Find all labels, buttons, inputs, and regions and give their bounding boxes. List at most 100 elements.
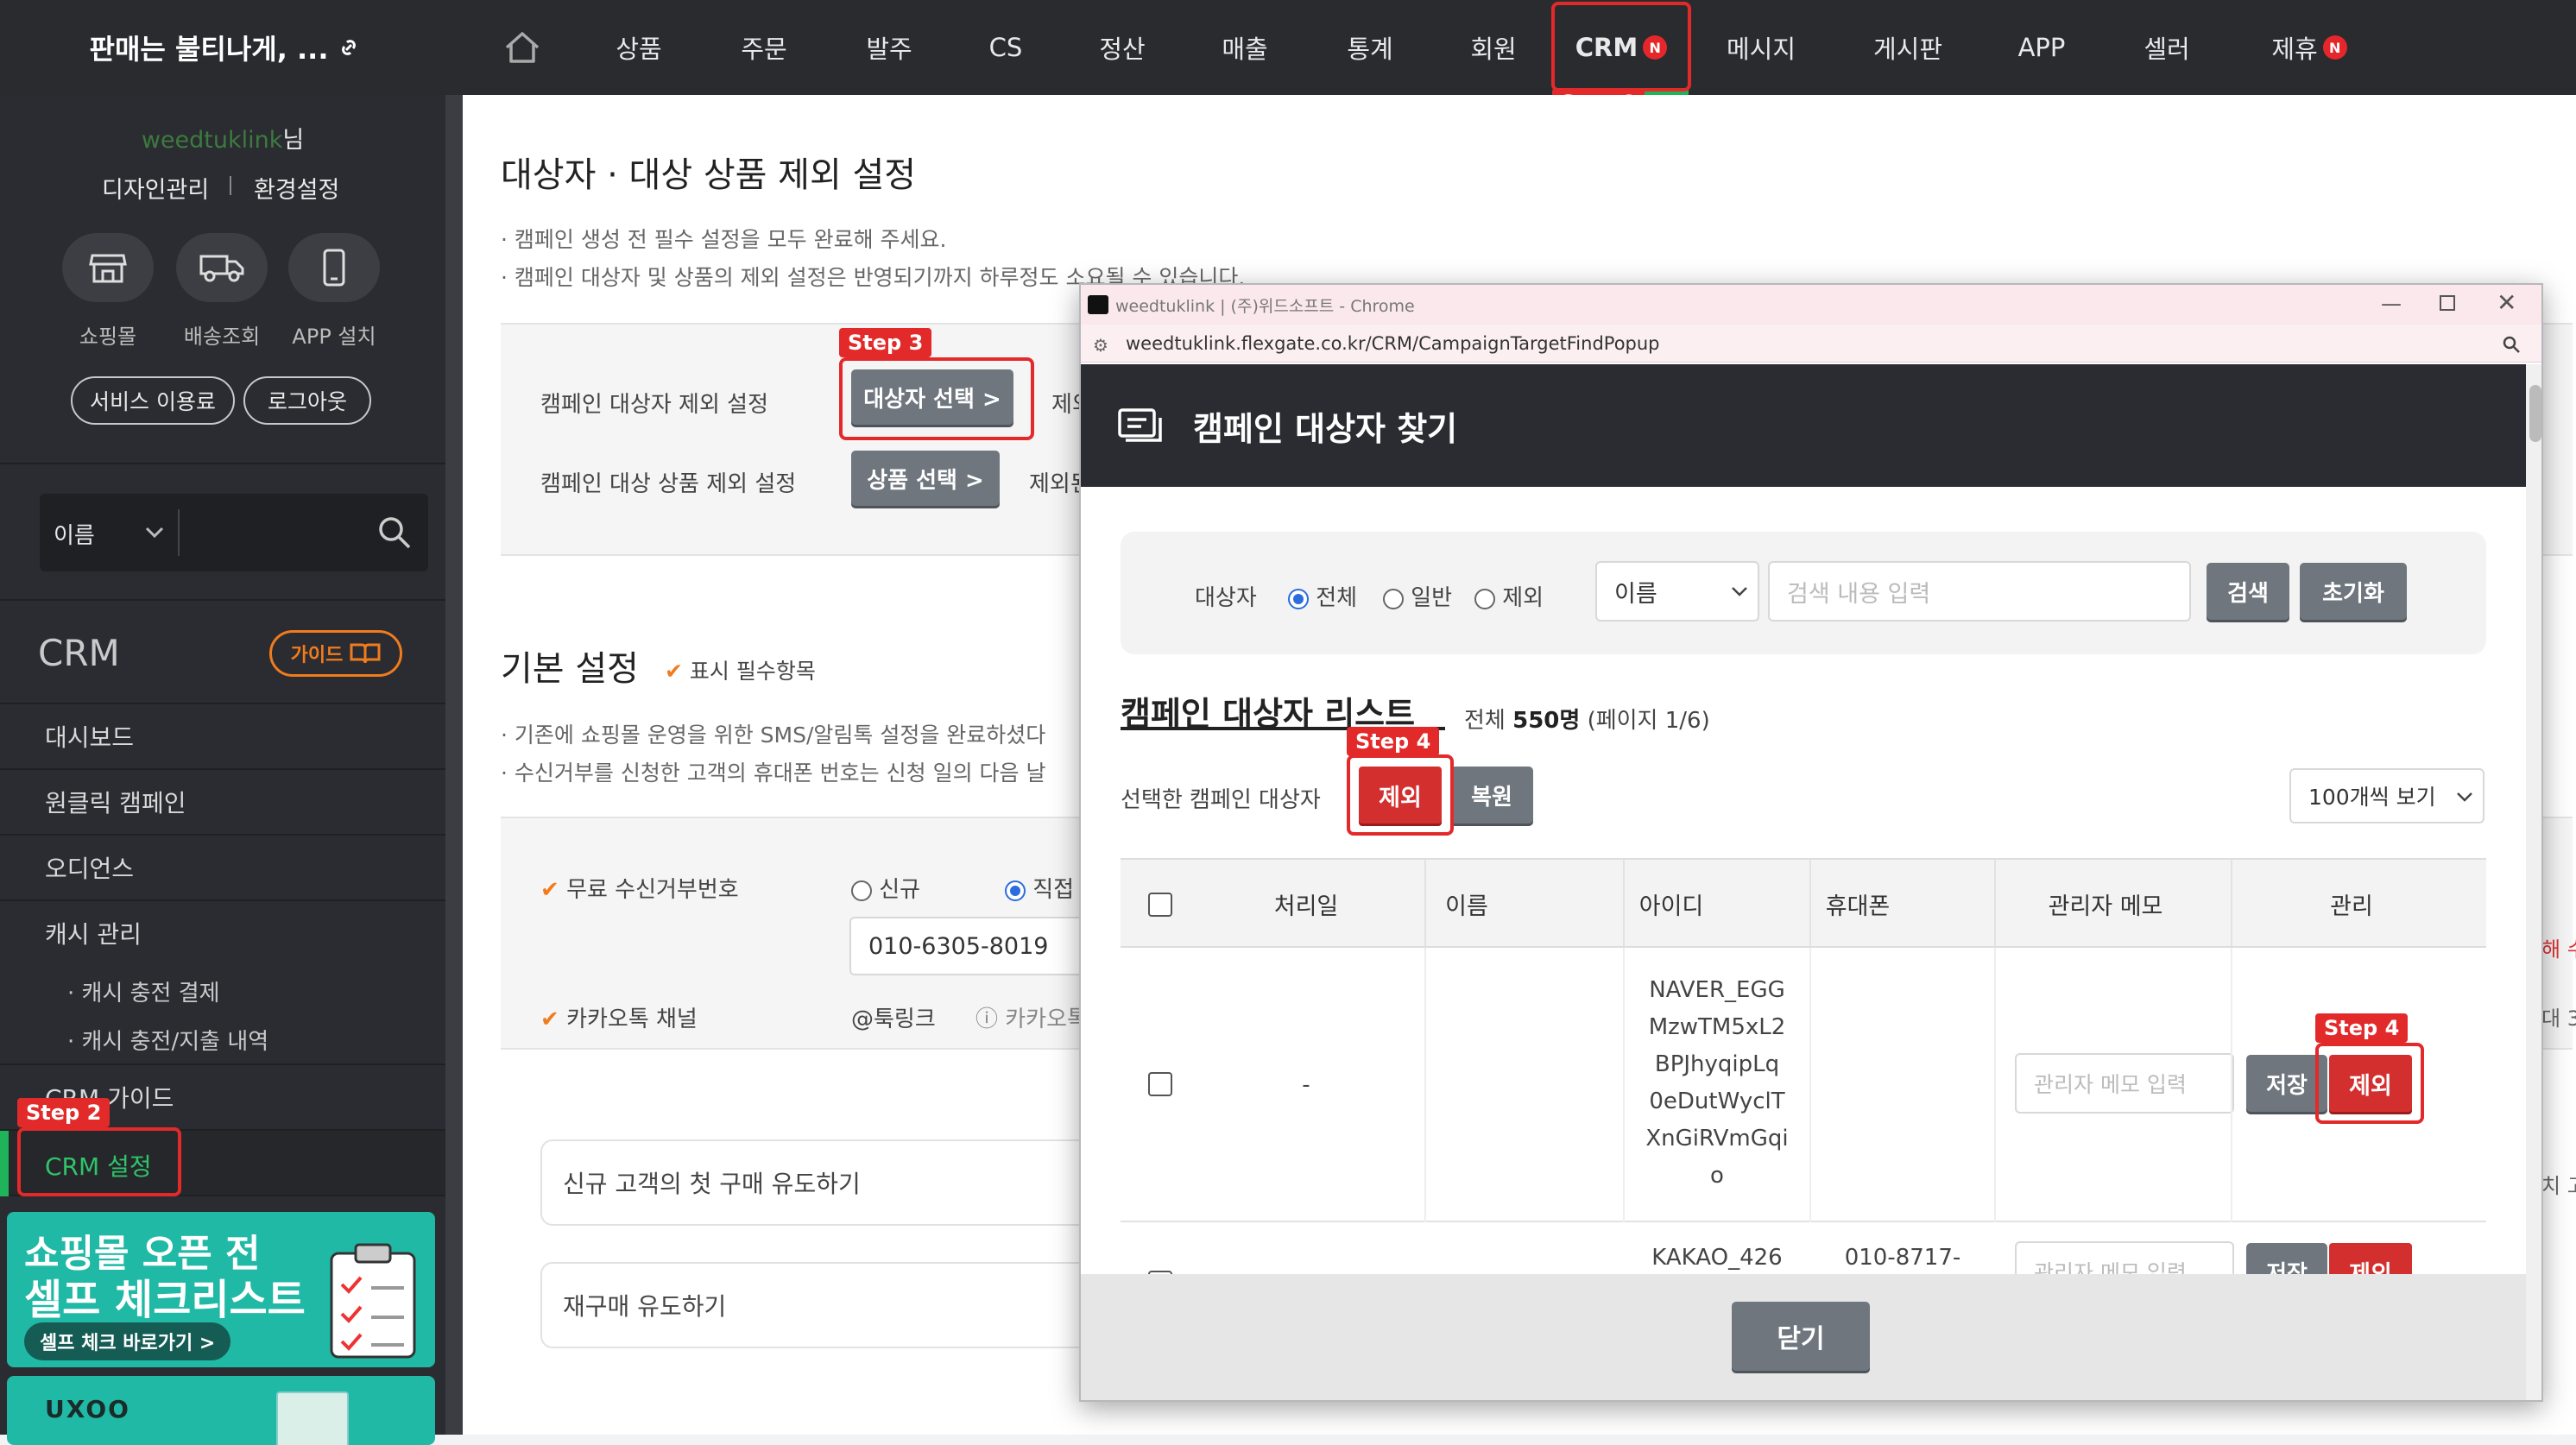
banner-line2: 셀프 체크리스트: [24, 1276, 306, 1324]
required-check-icon: ✔: [540, 877, 559, 903]
search-icon[interactable]: [376, 514, 413, 551]
sidebar-item-oneclick[interactable]: 원클릭 캠페인: [0, 768, 445, 834]
brand-title[interactable]: 판매는 불티나게, ...: [0, 0, 449, 95]
popup-scrollbar[interactable]: [2526, 364, 2541, 1400]
search-type-select[interactable]: 이름: [54, 518, 95, 550]
row-date: -: [1302, 1072, 1310, 1098]
mobile-icon[interactable]: [288, 233, 380, 302]
guide-label: 가이드: [290, 645, 344, 666]
col-processed-date: 처리일: [1273, 893, 1339, 920]
radio-new[interactable]: 신규: [851, 872, 920, 904]
col-divider: [1424, 860, 1426, 946]
nav-seller[interactable]: 셀러: [2132, 0, 2201, 95]
col-divider: [1994, 948, 1996, 1222]
page-url: weedtuklink.flexgate.co.kr/CRM/CampaignT…: [1126, 332, 1660, 354]
logout-button[interactable]: 로그아웃: [243, 376, 371, 425]
radio-direct[interactable]: 직접: [1005, 872, 1074, 904]
radio-normal-control[interactable]: [1383, 588, 1404, 609]
design-manage-link[interactable]: 디자인관리: [102, 171, 209, 205]
col-manage: 관리: [2330, 893, 2373, 920]
new-badge: N: [2322, 35, 2347, 60]
radio-normal[interactable]: 일반: [1383, 580, 1452, 612]
nav-products[interactable]: 상품: [604, 0, 673, 95]
sidebar-search-input[interactable]: [185, 504, 375, 561]
step4-row-highlight: [2315, 1043, 2424, 1124]
maximize-icon[interactable]: [2440, 295, 2455, 311]
sidebar-scrollbar[interactable]: [445, 95, 463, 1435]
basic-settings-title: 기본 설정: [501, 649, 639, 689]
select-all-checkbox[interactable]: [1148, 893, 1172, 917]
per-page-value: 100개씩 보기: [2308, 785, 2436, 810]
self-check-button[interactable]: 셀프 체크 바로가기 >: [24, 1322, 231, 1360]
sidebar-sub-cash-charge[interactable]: · 캐시 충전 결제: [0, 975, 445, 1007]
nav-orders[interactable]: 주문: [729, 0, 799, 95]
new-customer-card[interactable]: 신규 고객의 첫 구매 유도하기: [540, 1139, 1093, 1226]
uxoo-logo: UXOO: [45, 1395, 130, 1423]
optout-phone-field[interactable]: 010-6305-8019: [849, 917, 1108, 975]
nav-sales[interactable]: 매출: [1210, 0, 1279, 95]
address-bar[interactable]: weedtuklink.flexgate.co.kr/CRM/CampaignT…: [1081, 325, 2541, 363]
select-product-button[interactable]: 상품 선택 >: [851, 451, 1000, 506]
home-icon[interactable]: [492, 0, 552, 95]
truck-icon[interactable]: [176, 233, 268, 302]
step4-highlight: [1347, 754, 1454, 836]
row-id-line: XnGiRVmGqi: [1645, 1126, 1789, 1152]
self-checklist-banner[interactable]: 쇼핑몰 오픈 전 셀프 체크리스트 셀프 체크 바로가기 >: [7, 1212, 435, 1367]
chevron-down-icon: [2457, 792, 2472, 802]
repurchase-card[interactable]: 재구매 유도하기: [540, 1262, 1093, 1348]
bulk-restore-button[interactable]: 복원: [1450, 767, 1533, 823]
search-field-value: 이름: [1614, 580, 1657, 608]
chevron-down-icon: [145, 527, 164, 539]
radio-all[interactable]: 전체: [1288, 580, 1357, 612]
col-divider: [1424, 948, 1426, 1222]
kakao-channel-label: ✔ 카카오톡 채널: [540, 1001, 698, 1033]
nav-cs[interactable]: CS: [971, 0, 1040, 95]
sidebar-item-dashboard[interactable]: 대시보드: [0, 703, 445, 768]
radio-excluded[interactable]: 제외: [1474, 580, 1544, 612]
sidebar-sub-cash-history[interactable]: · 캐시 충전/지출 내역: [0, 1024, 445, 1056]
close-window-icon[interactable]: ✕: [2497, 288, 2516, 317]
basic-note-2: · 수신거부를 신청한 고객의 휴대폰 번호는 신청 일의 다음 날: [501, 760, 1046, 786]
row-checkbox[interactable]: [1148, 1072, 1172, 1096]
popup-header-title: 캠페인 대상자 찾기: [1193, 409, 1458, 448]
uxoo-banner[interactable]: UXOO: [7, 1376, 435, 1445]
page-info: (페이지 1/6): [1587, 708, 1710, 734]
search-input[interactable]: 검색 내용 입력: [1768, 561, 2191, 622]
close-button[interactable]: 닫기: [1732, 1302, 1870, 1371]
nav-purchase[interactable]: 발주: [855, 0, 924, 95]
nav-partner[interactable]: 제휴 N: [2262, 0, 2357, 95]
sidebar-item-cash[interactable]: 캐시 관리: [0, 899, 445, 965]
required-check-icon: ✔: [665, 659, 683, 684]
search-button[interactable]: 검색: [2207, 563, 2289, 620]
radio-all-control[interactable]: [1288, 588, 1309, 609]
total-count: 550명: [1512, 708, 1581, 734]
divider: [178, 509, 180, 556]
right-fragment-3: 치 고: [2541, 1174, 2576, 1198]
radio-new-control[interactable]: [851, 880, 872, 901]
shop-icon[interactable]: [62, 233, 154, 302]
nav-settlement[interactable]: 정산: [1088, 0, 1157, 95]
nav-app[interactable]: APP: [2007, 0, 2076, 95]
selected-targets-label: 선택한 캠페인 대상자: [1121, 787, 1321, 813]
nav-messages[interactable]: 메시지: [1718, 0, 1804, 95]
scroll-thumb[interactable]: [2529, 385, 2541, 442]
sidebar-item-audience[interactable]: 오디언스: [0, 834, 445, 899]
guide-button[interactable]: 가이드: [269, 630, 402, 677]
radio-direct-control[interactable]: [1005, 880, 1026, 901]
nav-stats[interactable]: 통계: [1335, 0, 1405, 95]
minimize-icon[interactable]: —: [2381, 292, 2402, 316]
service-fee-button[interactable]: 서비스 이용료: [71, 376, 235, 425]
nav-members[interactable]: 회원: [1459, 0, 1528, 95]
env-settings-link[interactable]: 환경설정: [254, 171, 339, 205]
reset-button[interactable]: 초기화: [2300, 563, 2407, 620]
zoom-icon[interactable]: [2502, 335, 2521, 354]
nav-board[interactable]: 게시판: [1865, 0, 1951, 95]
required-legend: ✔ 표시 필수항목: [665, 654, 816, 685]
filter-label: 대상자: [1195, 585, 1257, 611]
shortcut-app-label: APP 설치: [292, 325, 376, 349]
row-memo-input[interactable]: 관리자 메모 입력: [2015, 1053, 2234, 1114]
site-info-icon[interactable]: ⚙: [1093, 335, 1108, 356]
radio-excluded-control[interactable]: [1474, 588, 1495, 609]
page-title: 대상자 · 대상 상품 제외 설정: [501, 155, 917, 195]
radio-normal-label: 일반: [1411, 585, 1453, 611]
